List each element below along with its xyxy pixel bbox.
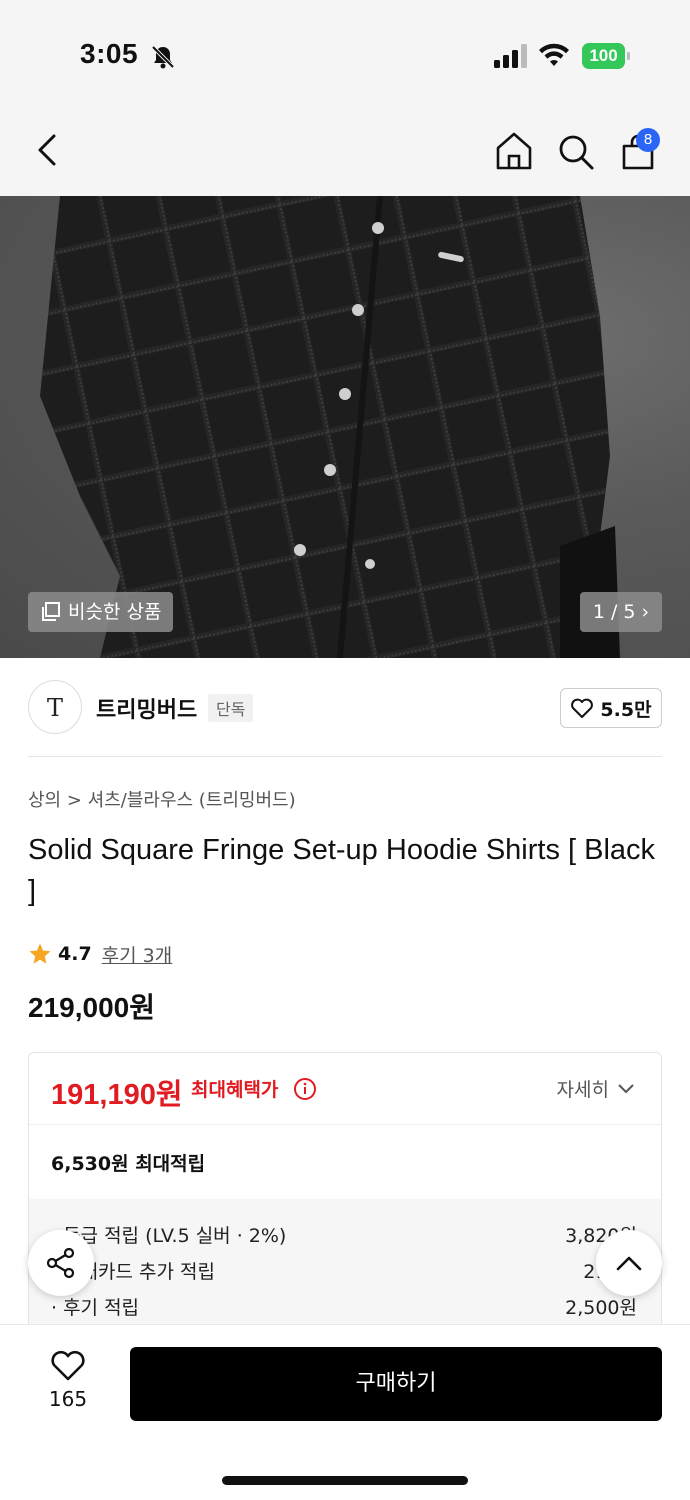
points-breakdown: · 등급 적립 (LV.5 실버 · 2%) 3,820원 · 현대카드 추가 … <box>29 1199 661 1341</box>
exclusive-badge: 단독 <box>208 694 254 722</box>
status-bar: 3:05 100 <box>0 0 690 100</box>
scroll-to-top-button[interactable] <box>596 1230 662 1296</box>
max-benefit-header[interactable]: 191,190원 최대혜택가 자세히 <box>29 1053 661 1125</box>
benefit-detail-toggle[interactable]: 자세히 <box>557 1075 635 1102</box>
product-image-carousel[interactable]: 비슷한 상품 1 / 5 › <box>0 196 690 658</box>
wifi-icon <box>539 43 569 66</box>
review-count-link[interactable]: 후기 3개 <box>102 941 173 968</box>
product-photo <box>40 196 620 658</box>
points-row: · 현대카드 추가 적립 210원 <box>51 1257 637 1284</box>
bell-off-icon <box>151 45 175 69</box>
heart-icon <box>571 698 594 718</box>
home-indicator <box>222 1476 468 1485</box>
battery-icon: 100 <box>582 43 630 69</box>
brand-name[interactable]: 트리밍버드 <box>96 692 197 724</box>
points-row: · 후기 적립 2,500원 <box>51 1293 637 1320</box>
star-icon <box>29 943 51 964</box>
battery-level: 100 <box>582 43 625 69</box>
search-icon[interactable] <box>556 132 596 172</box>
wishlist-count: 165 <box>48 1387 88 1411</box>
brand-logo[interactable]: T <box>28 680 82 734</box>
max-points: 6,530원 최대적립 <box>51 1153 206 1175</box>
back-arrow-icon[interactable] <box>30 130 66 170</box>
heart-icon <box>51 1350 85 1381</box>
similar-items-icon <box>42 602 60 621</box>
brand-like-button[interactable]: 5.5만 <box>560 688 662 728</box>
category-breadcrumb[interactable]: 상의 > 셔츠/블라우스 (트리밍버드) <box>28 786 296 812</box>
points-row-label: · 후기 적립 <box>51 1297 140 1319</box>
home-icon[interactable] <box>494 130 534 172</box>
share-button[interactable] <box>28 1230 94 1296</box>
bottom-purchase-bar: 165 구매하기 <box>0 1324 690 1500</box>
cart-count-badge: 8 <box>636 128 660 152</box>
cellular-signal-icon <box>494 44 527 68</box>
product-title: Solid Square Fringe Set-up Hoodie Shirts… <box>28 834 656 907</box>
similar-products-button[interactable]: 비슷한 상품 <box>28 592 174 632</box>
image-page-counter[interactable]: 1 / 5 › <box>580 592 662 632</box>
product-price: 219,000원 <box>28 992 155 1023</box>
similar-products-label: 비슷한 상품 <box>68 601 162 623</box>
max-benefit-price: 191,190원 <box>51 1079 183 1111</box>
points-row: · 등급 적립 (LV.5 실버 · 2%) 3,820원 <box>51 1221 637 1248</box>
max-benefit-label: 최대혜택가 <box>191 1079 279 1101</box>
wishlist-button[interactable]: 165 <box>40 1349 96 1411</box>
share-icon <box>46 1247 75 1279</box>
brand-row[interactable]: T 트리밍버드 단독 5.5만 <box>28 678 662 736</box>
info-icon[interactable] <box>293 1077 317 1101</box>
status-time: 3:05 <box>80 38 139 69</box>
benefit-detail-label: 자세히 <box>556 1079 609 1101</box>
rating-score: 4.7 <box>58 943 92 965</box>
chevron-up-icon <box>616 1256 642 1271</box>
benefit-box: 191,190원 최대혜택가 자세히 6,530원 최대적립 · 등급 적립 (… <box>28 1052 662 1342</box>
points-row-value: 2,500원 <box>565 1297 637 1319</box>
rating-row: 4.7 후기 3개 <box>28 940 172 968</box>
buy-button[interactable]: 구매하기 <box>130 1347 662 1421</box>
top-nav-bar: 8 <box>0 100 690 196</box>
chevron-down-icon <box>618 1083 634 1093</box>
brand-like-count: 5.5만 <box>600 698 652 721</box>
divider <box>28 756 662 757</box>
